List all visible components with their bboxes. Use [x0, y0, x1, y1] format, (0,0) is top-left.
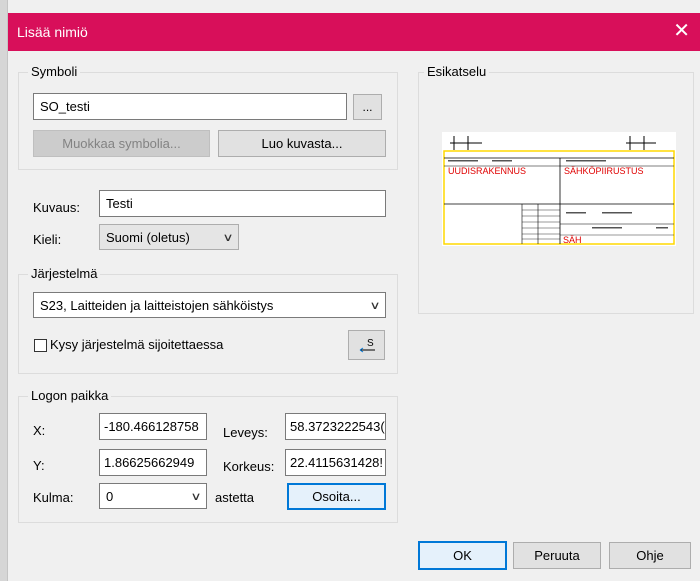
ok-button[interactable]: OK	[418, 541, 507, 570]
description-field[interactable]: Testi	[99, 190, 386, 217]
x-field[interactable]: -180.466128758	[99, 413, 207, 440]
background-left	[0, 0, 7, 581]
language-selected: Suomi (oletus)	[106, 229, 190, 245]
width-label: Leveys:	[223, 425, 268, 440]
system-pick-icon: S	[359, 338, 375, 353]
indicate-button[interactable]: Osoita...	[287, 483, 386, 510]
ask-system-checkbox[interactable]	[34, 339, 47, 352]
system-group-legend: Järjestelmä	[28, 266, 101, 281]
dialog-title: Lisää nimiö	[17, 24, 88, 40]
top-strip	[8, 0, 700, 13]
chevron-down-icon: ∨	[222, 231, 234, 244]
angle-label: Kulma:	[33, 490, 74, 505]
chevron-down-icon: ∨	[369, 299, 381, 312]
preview-right-heading: SÄHKÖPIIRUSTUS	[564, 166, 644, 176]
ask-system-label: Kysy järjestelmä sijoitettaessa	[50, 337, 224, 352]
system-pick-button[interactable]: S	[348, 330, 385, 360]
system-group	[18, 274, 398, 374]
preview-image: UUDISRAKENNUS SÄHKÖPIIRUSTUS SÄH	[442, 132, 676, 246]
angle-unit-label: astetta	[215, 490, 255, 505]
title-bar[interactable]	[8, 13, 700, 51]
create-from-picture-button[interactable]: Luo kuvasta...	[218, 130, 386, 157]
description-label: Kuvaus:	[33, 200, 80, 215]
preview-left-heading: UUDISRAKENNUS	[448, 166, 526, 176]
system-selected: S23, Laitteiden ja laitteistojen sähköis…	[40, 297, 274, 313]
edit-symbol-button[interactable]: Muokkaa symbolia...	[33, 130, 210, 157]
browse-symbol-button[interactable]: ...	[353, 94, 382, 120]
angle-selected: 0	[106, 488, 114, 504]
close-icon[interactable]: ✕	[673, 18, 690, 43]
symbol-group-legend: Symboli	[28, 64, 81, 79]
svg-text:S: S	[367, 338, 374, 349]
cancel-button[interactable]: Peruuta	[513, 542, 601, 569]
language-label: Kieli:	[33, 232, 62, 247]
height-label: Korkeus:	[223, 459, 275, 474]
system-select[interactable]: S23, Laitteiden ja laitteistojen sähköis…	[33, 292, 386, 318]
title-block-drawing: UUDISRAKENNUS SÄHKÖPIIRUSTUS SÄH	[442, 132, 676, 246]
preview-group-legend: Esikatselu	[424, 64, 490, 79]
dialog-window: Lisää nimiö ✕ Symboli SO_testi ... Muokk…	[7, 0, 700, 581]
angle-select[interactable]: 0 ∨	[99, 483, 207, 509]
help-button[interactable]: Ohje	[609, 542, 691, 569]
chevron-down-icon: ∨	[190, 490, 202, 503]
y-label: Y:	[33, 458, 45, 473]
width-field[interactable]: 58.3723222543(	[285, 413, 386, 440]
language-select[interactable]: Suomi (oletus) ∨	[99, 224, 239, 250]
preview-bottom-code: SÄH	[563, 235, 582, 245]
symbol-field[interactable]: SO_testi	[33, 93, 347, 120]
x-label: X:	[33, 423, 46, 438]
y-field[interactable]: 1.86625662949	[99, 449, 207, 476]
logo-group-legend: Logon paikka	[28, 388, 112, 403]
height-field[interactable]: 22.4115631428!	[285, 449, 386, 476]
